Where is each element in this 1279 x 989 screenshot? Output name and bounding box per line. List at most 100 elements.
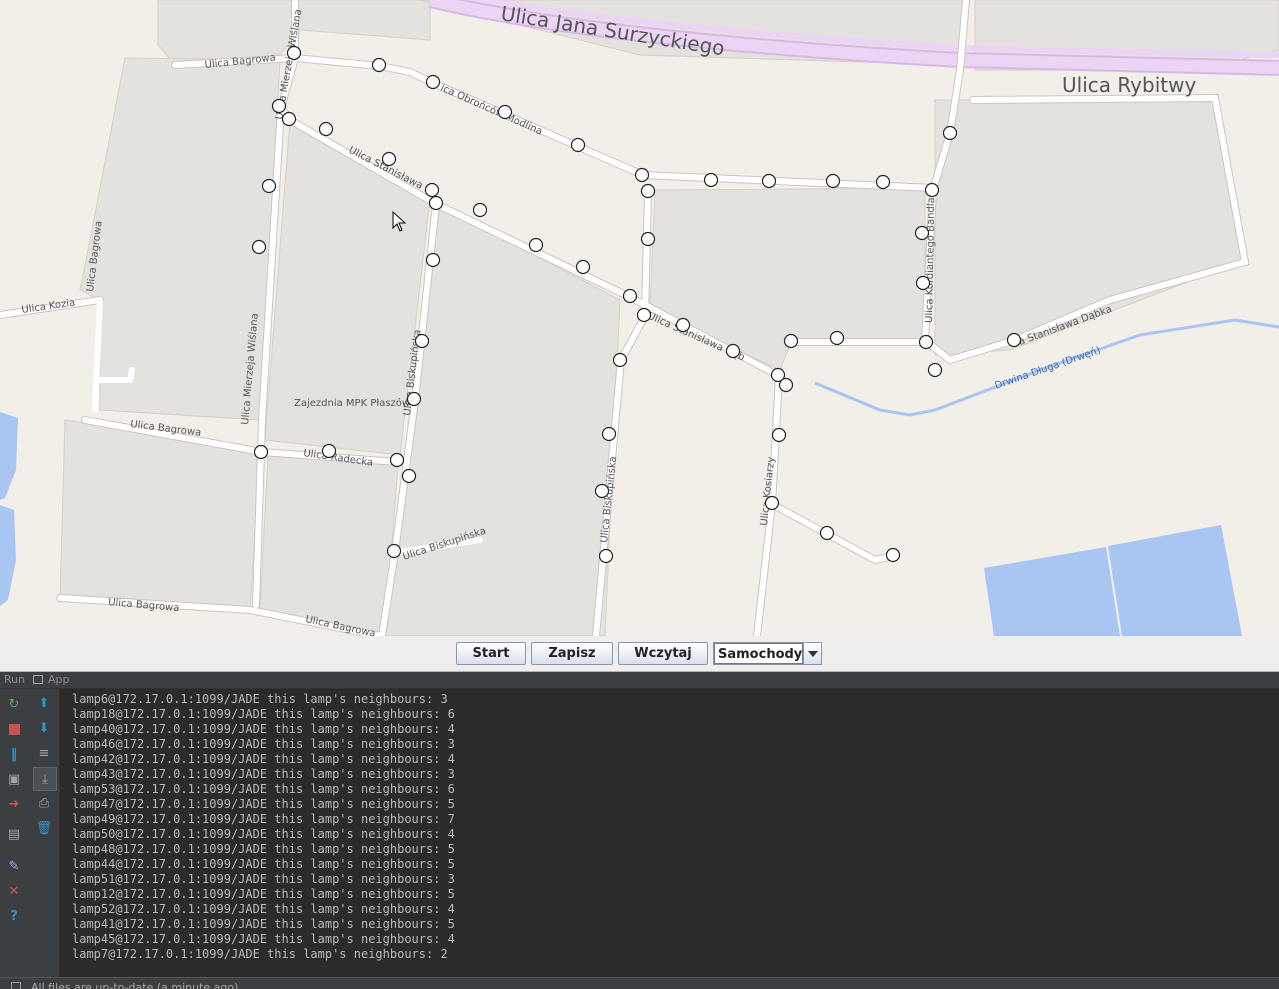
save-button[interactable]: Zapisz xyxy=(531,642,613,665)
lamp-marker[interactable] xyxy=(389,452,405,468)
console-line: lamp45@172.17.0.1:1099/JADE this lamp's … xyxy=(72,932,455,946)
lamp-marker[interactable] xyxy=(318,121,334,137)
app-tab-label[interactable]: App xyxy=(48,673,70,686)
water-label: Drwina Długa (Drwęń) xyxy=(993,344,1102,392)
console-output[interactable]: lamp6@172.17.0.1:1099/JADE this lamp's n… xyxy=(60,689,1279,977)
lamp-marker[interactable] xyxy=(761,173,777,189)
lamp-marker[interactable] xyxy=(634,167,650,183)
highway-label: Ulica Rybitwy xyxy=(1062,73,1196,97)
console-line: lamp51@172.17.0.1:1099/JADE this lamp's … xyxy=(72,872,455,886)
pause-icon[interactable]: ‖ xyxy=(5,745,23,763)
chevron-down-icon[interactable] xyxy=(803,643,821,664)
water-area xyxy=(0,412,18,500)
lamp-marker[interactable] xyxy=(594,483,610,499)
lamp-marker[interactable] xyxy=(406,391,422,407)
lamp-marker[interactable] xyxy=(778,377,794,393)
console-line: lamp6@172.17.0.1:1099/JADE this lamp's n… xyxy=(72,692,448,706)
lamp-marker[interactable] xyxy=(1006,332,1022,348)
lamp-marker[interactable] xyxy=(251,239,267,255)
console-line: lamp41@172.17.0.1:1099/JADE this lamp's … xyxy=(72,917,455,931)
app-icon xyxy=(33,675,43,684)
lamp-marker[interactable] xyxy=(612,352,628,368)
lamp-marker[interactable] xyxy=(575,259,591,275)
street-label: ica Obrońców Modlina xyxy=(439,82,545,138)
lamp-marker[interactable] xyxy=(819,525,835,541)
layout-icon[interactable]: ▤ xyxy=(5,825,23,843)
run-tab-label[interactable]: Run xyxy=(4,673,25,686)
rerun-icon[interactable]: ↻ xyxy=(5,695,23,713)
lamp-marker[interactable] xyxy=(425,74,441,90)
print-icon[interactable]: ⎙ xyxy=(35,794,53,812)
start-button[interactable]: Start xyxy=(456,642,526,665)
lamp-marker[interactable] xyxy=(497,104,513,120)
water-area xyxy=(1108,525,1242,636)
lamp-marker[interactable] xyxy=(601,426,617,442)
lamp-marker[interactable] xyxy=(414,333,430,349)
lamp-marker[interactable] xyxy=(725,343,741,359)
lamp-marker[interactable] xyxy=(918,334,934,350)
mode-select-value[interactable]: Samochody xyxy=(714,643,804,664)
lamp-marker[interactable] xyxy=(875,174,891,190)
lamp-marker[interactable] xyxy=(425,252,441,268)
lamp-marker[interactable] xyxy=(771,427,787,443)
console-line: lamp12@172.17.0.1:1099/JADE this lamp's … xyxy=(72,887,455,901)
mode-select[interactable]: Samochody xyxy=(713,642,822,665)
lamp-marker[interactable] xyxy=(528,237,544,253)
exit-icon[interactable]: ➜ xyxy=(5,795,23,813)
lamp-marker[interactable] xyxy=(924,182,940,198)
lamp-marker[interactable] xyxy=(598,548,614,564)
lamp-marker[interactable] xyxy=(401,468,417,484)
lamp-marker[interactable] xyxy=(281,111,297,127)
map-view[interactable]: Ulica Jana Surzyckiego Ulica Rybitwy Uli… xyxy=(0,0,1279,636)
map-canvas[interactable]: Ulica Jana Surzyckiego Ulica Rybitwy Uli… xyxy=(0,0,1279,636)
street-label: Ulica Kordiantego Bandla xyxy=(924,197,937,323)
lamp-marker[interactable] xyxy=(914,225,930,241)
lamp-marker[interactable] xyxy=(371,57,387,73)
console-line: lamp42@172.17.0.1:1099/JADE this lamp's … xyxy=(72,752,455,766)
lamp-marker[interactable] xyxy=(942,125,958,141)
lamp-marker[interactable] xyxy=(386,543,402,559)
pin-icon[interactable]: ✎ xyxy=(5,857,23,875)
lamp-marker[interactable] xyxy=(381,151,397,167)
console-line: lamp52@172.17.0.1:1099/JADE this lamp's … xyxy=(72,902,455,916)
lamp-marker[interactable] xyxy=(286,45,302,61)
trash-icon[interactable]: 🗑 xyxy=(35,819,53,837)
soft-wrap-icon[interactable]: ≡ xyxy=(35,744,53,762)
lamp-marker[interactable] xyxy=(825,173,841,189)
stop-icon[interactable] xyxy=(5,720,23,738)
lamp-marker[interactable] xyxy=(570,137,586,153)
lamp-marker[interactable] xyxy=(885,547,901,563)
lamp-marker[interactable] xyxy=(424,182,440,198)
lamp-marker[interactable] xyxy=(783,333,799,349)
console-line: lamp44@172.17.0.1:1099/JADE this lamp's … xyxy=(72,857,455,871)
lamp-marker[interactable] xyxy=(271,98,287,114)
arrow-down-icon[interactable]: ⬇ xyxy=(35,719,53,737)
console-line: lamp49@172.17.0.1:1099/JADE this lamp's … xyxy=(72,812,455,826)
lamp-marker[interactable] xyxy=(428,195,444,211)
help-icon[interactable]: ? xyxy=(5,907,23,925)
lamp-marker[interactable] xyxy=(927,362,943,378)
lamp-marker[interactable] xyxy=(829,330,845,346)
lamp-marker[interactable] xyxy=(640,231,656,247)
console-line: lamp7@172.17.0.1:1099/JADE this lamp's n… xyxy=(72,947,448,961)
run-toolbar-left: ↻ ‖ ▣ ➜ ▤ ✎ ✕ ? xyxy=(0,689,29,977)
lamp-marker[interactable] xyxy=(675,317,691,333)
lamp-marker[interactable] xyxy=(636,307,652,323)
camera-icon[interactable]: ▣ xyxy=(5,770,23,788)
scroll-to-end-icon[interactable]: ⤓ xyxy=(33,767,57,791)
close-icon[interactable]: ✕ xyxy=(5,882,23,900)
lamp-marker[interactable] xyxy=(472,202,488,218)
console-line: lamp46@172.17.0.1:1099/JADE this lamp's … xyxy=(72,737,455,751)
console-line: lamp48@172.17.0.1:1099/JADE this lamp's … xyxy=(72,842,455,856)
lamp-marker[interactable] xyxy=(640,183,656,199)
load-button[interactable]: Wczytaj xyxy=(618,642,708,665)
lamp-marker[interactable] xyxy=(915,275,931,291)
arrow-up-icon[interactable]: ⬆ xyxy=(35,694,53,712)
lamp-marker[interactable] xyxy=(321,443,337,459)
lamp-marker[interactable] xyxy=(261,178,277,194)
lamp-marker[interactable] xyxy=(703,172,719,188)
lamp-marker[interactable] xyxy=(764,495,780,511)
lamp-marker[interactable] xyxy=(253,444,269,460)
lamp-marker[interactable] xyxy=(622,288,638,304)
console-line: lamp50@172.17.0.1:1099/JADE this lamp's … xyxy=(72,827,455,841)
